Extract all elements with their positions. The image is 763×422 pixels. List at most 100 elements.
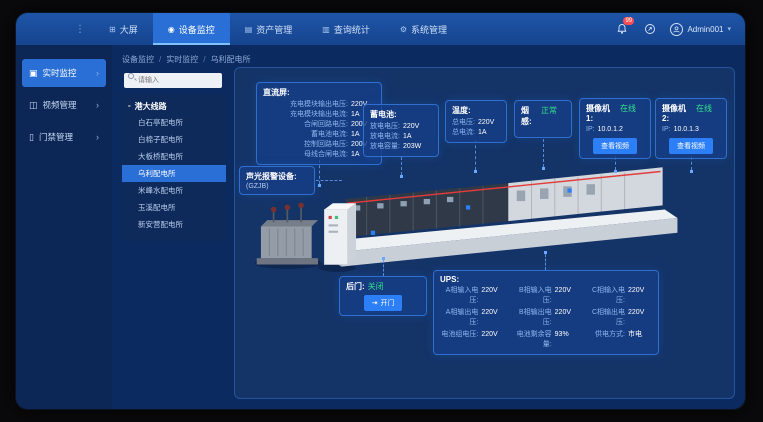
panel-title: 摄像机1: (586, 103, 617, 123)
tree-item-station[interactable]: 大板桥配电所 (122, 148, 226, 165)
field-label: 充电模块输出电流: (263, 110, 348, 120)
stats-icon: ▥ (322, 25, 330, 34)
menu-dots-icon[interactable]: ⋮ (75, 24, 86, 35)
nav-label: 设备监控 (179, 23, 215, 36)
panel-title: 直流屏: (263, 87, 375, 98)
alarm-model: (GZJB) (246, 183, 308, 190)
system-icon: ⚙ (400, 25, 407, 34)
field-label: 控制回路电压: (263, 140, 348, 150)
fullscreen-glyph (644, 23, 656, 35)
door-panel: 后门: 关闭 ⇥ 开门 (339, 276, 427, 316)
nav-item-query-stats[interactable]: ▥ 查询统计 (307, 13, 385, 45)
breadcrumb-item[interactable]: 实时监控 (166, 54, 198, 65)
field-label: 蓄电池电流: (263, 130, 348, 140)
camera-ip: 10.0.1.3 (674, 125, 699, 135)
field-label: 电池组电压: (440, 330, 478, 350)
battery-panel: 蓄电池: 放电电压:220V 放电电流:1A 放电容量:203W (363, 104, 439, 157)
field-label: IP: (586, 125, 595, 135)
tree-item-station[interactable]: 新安营配电所 (122, 216, 226, 233)
nav-item-system[interactable]: ⚙ 系统管理 (385, 13, 462, 45)
field-value: 203W (403, 142, 427, 152)
chevron-right-icon: › (96, 132, 99, 142)
breadcrumb-item[interactable]: 设备监控 (122, 54, 154, 65)
breadcrumb-item[interactable]: 乌利配电所 (210, 54, 250, 65)
nav-label: 系统管理 (411, 23, 447, 36)
field-label: 总电压: (452, 118, 475, 128)
tree-item-station[interactable]: 米峰水配电所 (122, 182, 226, 199)
tree-item-station[interactable]: 玉溪配电所 (122, 199, 226, 216)
station-overview-canvas: 直流屏: 充电模块输出电压: 220V 充电模块输出电流: 1A 合闸回路电压: 20… (234, 67, 735, 399)
door-access-icon: ▯ (29, 132, 34, 143)
open-door-button[interactable]: ⇥ 开门 (364, 295, 403, 311)
top-nav-bar: ⋮ ⊞ 大屏 ◉ 设备监控 ▤ 资产管理 ▥ 查询统计 ⚙ 系统管理 (16, 13, 745, 45)
sidebar-label: 门禁管理 (39, 131, 73, 143)
nav-item-dashboard[interactable]: ⊞ 大屏 (94, 13, 153, 45)
tree-search (124, 69, 222, 88)
field-label: 电池剩余容量: (513, 330, 551, 350)
field-label: 供电方式: (587, 330, 625, 350)
sidebar-item-access-control[interactable]: ▯ 门禁管理 › (22, 123, 106, 151)
field-value: 市电 (628, 330, 652, 350)
sidebar-label: 视频管理 (43, 99, 77, 111)
sidebar-item-realtime-monitor[interactable]: ▣ 实时监控 › (22, 59, 106, 87)
connector-line (383, 260, 384, 276)
connector-line (316, 180, 342, 181)
search-input[interactable] (124, 73, 222, 88)
view-video-button[interactable]: 查看视频 (593, 138, 637, 154)
nav-label: 查询统计 (334, 23, 370, 36)
field-label: 总电流: (452, 128, 475, 138)
fullscreen-icon[interactable] (642, 21, 658, 37)
smoke-sensor-panel: 烟感: 正常 (514, 100, 572, 138)
button-label: 开门 (380, 298, 394, 308)
field-label: 放电电流: (370, 132, 400, 142)
sidebar-item-video-management[interactable]: ◫ 视频管理 › (22, 91, 106, 119)
user-menu[interactable]: Admin001 ▾ (670, 23, 731, 36)
chevron-down-icon: ▾ (727, 25, 731, 33)
field-label: 放电容量: (370, 142, 400, 152)
field-label: IP: (662, 125, 671, 135)
camera-ip: 10.0.1.2 (598, 125, 623, 135)
connector-line (401, 157, 402, 175)
panel-title: 温度: (452, 105, 500, 116)
notification-bell-icon[interactable]: 99 (614, 21, 630, 37)
panel-title: UPS: (440, 275, 652, 284)
realtime-monitor-icon: ▣ (29, 68, 38, 79)
field-label: 充电模块输出电压: (263, 100, 348, 110)
field-label: 合闸回路电压: (263, 120, 348, 130)
status-badge: 关闭 (368, 281, 392, 292)
field-label: 母线合闸电流: (263, 150, 348, 160)
tree-item-station-selected[interactable]: 乌利配电所 (122, 165, 226, 182)
screen-icon: ⊞ (109, 25, 116, 34)
view-video-button[interactable]: 查看视频 (669, 138, 713, 154)
field-value: 220V (481, 308, 505, 328)
field-value: 220V (478, 118, 502, 128)
station-tree: - 港大线路 白石亭配电所 白棉子配电所 大板桥配电所 乌利配电所 米峰水配电所… (122, 94, 226, 241)
nav-item-assets[interactable]: ▤ 资产管理 (230, 13, 308, 45)
field-value: 220V (628, 308, 652, 328)
field-value: 1A (403, 132, 427, 142)
tree-root-node[interactable]: - 港大线路 (122, 99, 226, 114)
field-label: C相输入电压: (587, 286, 625, 306)
panel-title: 声光报警设备: (246, 171, 308, 182)
app-window: ⋮ ⊞ 大屏 ◉ 设备监控 ▤ 资产管理 ▥ 查询统计 ⚙ 系统管理 (16, 13, 745, 409)
breadcrumb: 设备监控 / 实时监控 / 乌利配电所 (122, 51, 735, 67)
field-value: 220V (555, 286, 579, 306)
temperature-panel: 温度: 总电压:220V 总电流:1A (445, 100, 507, 143)
field-label: 放电电压: (370, 122, 400, 132)
panel-title: 摄像机2: (662, 103, 693, 123)
station-tree-panel: - 港大线路 白石亭配电所 白棉子配电所 大板桥配电所 乌利配电所 米峰水配电所… (122, 67, 226, 399)
tree-item-station[interactable]: 白棉子配电所 (122, 131, 226, 148)
field-label: A相输出电压: (440, 308, 478, 328)
chevron-right-icon: › (96, 100, 99, 110)
username: Admin001 (687, 25, 723, 34)
video-icon: ◫ (29, 100, 38, 111)
sidebar: ▣ 实时监控 › ◫ 视频管理 › ▯ 门禁管理 › (16, 45, 112, 409)
tree-item-station[interactable]: 白石亭配电所 (122, 114, 226, 131)
nav-item-device-monitor[interactable]: ◉ 设备监控 (153, 13, 230, 45)
field-value: 220V (481, 330, 505, 350)
field-label: B相输入电压: (513, 286, 551, 306)
collapse-icon: - (128, 101, 131, 112)
field-value: 1A (478, 128, 502, 138)
field-label: A相输入电压: (440, 286, 478, 306)
notification-badge: 99 (623, 17, 634, 25)
